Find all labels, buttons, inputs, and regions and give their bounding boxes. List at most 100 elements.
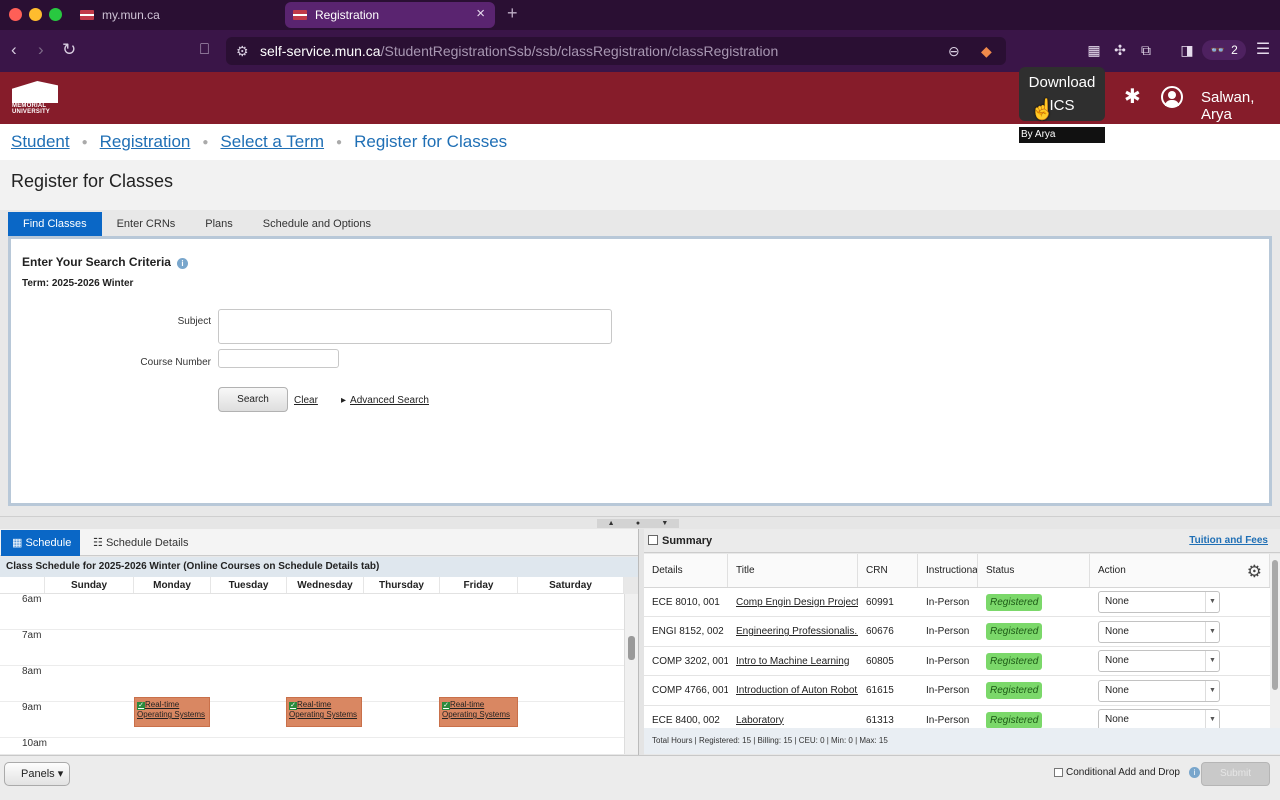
- site-settings-icon[interactable]: ⚙: [236, 43, 249, 60]
- submit-button[interactable]: Submit: [1201, 762, 1270, 786]
- close-tab-icon[interactable]: ×: [476, 5, 485, 22]
- day-sunday: Sunday: [45, 577, 134, 593]
- extensions-puzzle-icon[interactable]: ✣: [1111, 41, 1129, 59]
- action-select[interactable]: None ▼: [1098, 650, 1220, 672]
- back-icon[interactable]: ‹: [11, 40, 17, 60]
- list-icon: ☷: [93, 537, 103, 549]
- zoom-window-button[interactable]: [49, 8, 62, 21]
- course-title-link[interactable]: Introduction of Auton Robot...: [736, 685, 858, 696]
- splitter-handle[interactable]: ▲ ● ▼: [597, 519, 679, 528]
- day-saturday: Saturday: [518, 577, 624, 593]
- close-window-button[interactable]: [9, 8, 22, 21]
- action-select[interactable]: None ▼: [1098, 620, 1220, 643]
- breadcrumb-student[interactable]: Student: [11, 132, 70, 152]
- zoom-icon[interactable]: ⊖: [948, 43, 960, 60]
- action-select[interactable]: None ▼: [1098, 679, 1220, 702]
- tab-schedule[interactable]: ▦ Schedule: [1, 530, 80, 556]
- tab-plans[interactable]: Plans: [190, 212, 248, 236]
- extension-window-icon[interactable]: ⧉: [1137, 41, 1155, 59]
- breadcrumb-registration[interactable]: Registration: [100, 132, 191, 152]
- event-line1: Real-time: [145, 700, 180, 709]
- tuition-fees-link[interactable]: Tuition and Fees: [1189, 529, 1268, 553]
- caret-down-icon: ▾: [57, 768, 64, 780]
- scrollbar-thumb[interactable]: [1272, 560, 1278, 690]
- advanced-search-link[interactable]: ▸ Advanced Search: [341, 395, 429, 406]
- search-button[interactable]: Search: [218, 387, 288, 412]
- new-tab-icon[interactable]: +: [507, 3, 518, 24]
- conditional-add-drop[interactable]: Conditional Add and Drop i: [1054, 767, 1200, 778]
- event-line2: Operating Systems: [442, 710, 511, 719]
- course-title-link[interactable]: Intro to Machine Learning: [736, 656, 849, 667]
- table-settings-gear-icon[interactable]: ⚙: [1247, 562, 1262, 582]
- day-wednesday: Wednesday: [287, 577, 364, 593]
- day-monday: Monday: [134, 577, 211, 593]
- clear-link[interactable]: Clear: [294, 395, 318, 406]
- bookmark-icon[interactable]: ⎕: [200, 40, 209, 60]
- row-action: None ▼: [1090, 677, 1270, 705]
- drag-dot-icon[interactable]: ●: [636, 519, 640, 528]
- arrow-down-icon[interactable]: ▼: [661, 519, 668, 528]
- schedule-scrollbar[interactable]: [624, 594, 638, 754]
- brave-shield-icon[interactable]: ◆: [981, 43, 992, 60]
- summary-title: Summary: [648, 529, 712, 553]
- class-event-wednesday[interactable]: ✓Real-time Operating Systems: [286, 697, 362, 727]
- memorial-university-logo[interactable]: MEMORIAL UNIVERSITY: [12, 81, 58, 115]
- action-value: None: [1105, 714, 1129, 725]
- conditional-checkbox[interactable]: [1054, 768, 1063, 777]
- info-icon[interactable]: i: [1188, 767, 1200, 778]
- extension-calendar-icon[interactable]: ▦: [1085, 41, 1103, 59]
- settings-gear-icon[interactable]: ✱: [1124, 86, 1141, 108]
- schedule-days-header: Sunday Monday Tuesday Wednesday Thursday…: [0, 577, 624, 594]
- class-event-friday[interactable]: ✓Real-time Operating Systems: [439, 697, 518, 727]
- row-title: Introduction of Auton Robot...: [728, 677, 858, 705]
- panels-button[interactable]: Panels ▾: [4, 762, 70, 786]
- info-icon[interactable]: i: [176, 258, 188, 269]
- col-action[interactable]: Action: [1090, 554, 1270, 587]
- col-status[interactable]: Status: [978, 554, 1090, 587]
- subject-input[interactable]: [218, 309, 612, 344]
- tab-enter-crns[interactable]: Enter CRNs: [102, 212, 191, 236]
- col-details[interactable]: Details: [644, 554, 728, 587]
- col-title[interactable]: Title: [728, 554, 858, 587]
- col-crn[interactable]: CRN: [858, 554, 918, 587]
- menu-icon[interactable]: ☰: [1254, 41, 1272, 59]
- row-action: None ▼: [1090, 647, 1270, 675]
- browser-tab-mymun[interactable]: my.mun.ca: [78, 4, 278, 26]
- tab-schedule-details-label: Schedule Details: [105, 537, 189, 549]
- arrow-up-icon[interactable]: ▲: [608, 519, 615, 528]
- tab-find-classes[interactable]: Find Classes: [8, 212, 102, 236]
- browser-tab-registration[interactable]: Registration ×: [285, 2, 495, 28]
- forward-icon[interactable]: ›: [38, 40, 44, 60]
- panels-label: Panels: [21, 768, 55, 780]
- panel-splitter[interactable]: ▲ ● ▼: [0, 516, 1280, 529]
- tab-schedule-details[interactable]: ☷ Schedule Details: [93, 530, 189, 556]
- summary-header-row: Details Title CRN Instructional Status A…: [644, 554, 1270, 588]
- row-details: ECE 8010, 001: [652, 596, 720, 608]
- course-number-input[interactable]: [218, 349, 339, 368]
- sidebar-toggle-icon[interactable]: ◨: [1178, 41, 1196, 59]
- summary-scrollbar[interactable]: [1270, 554, 1280, 728]
- minimize-window-button[interactable]: [29, 8, 42, 21]
- user-name[interactable]: Salwan, Arya: [1201, 89, 1280, 123]
- subject-label: Subject: [177, 316, 211, 327]
- extension-badge[interactable]: 👓 2: [1202, 40, 1246, 60]
- breadcrumb-separator: ●: [202, 136, 209, 148]
- class-event-monday[interactable]: ✓Real-time Operating Systems: [134, 697, 210, 727]
- course-title-link[interactable]: Comp Engin Design Project II: [736, 597, 858, 608]
- course-title-link[interactable]: Engineering Professionalis...: [736, 626, 858, 637]
- action-select[interactable]: None ▼: [1098, 591, 1220, 613]
- table-row: COMP 4766, 001 Introduction of Auton Robo…: [644, 677, 1270, 706]
- reload-icon[interactable]: ↻: [62, 40, 76, 60]
- breadcrumb-select-term[interactable]: Select a Term: [220, 132, 324, 152]
- address-bar[interactable]: ⚙ self-service.mun.ca/StudentRegistratio…: [226, 37, 1006, 65]
- col-instructional[interactable]: Instructional: [918, 554, 978, 587]
- url-domain: self-service.mun.ca: [260, 43, 381, 59]
- course-title-link[interactable]: Laboratory: [736, 715, 784, 726]
- row-status: Registered: [978, 618, 1090, 646]
- hour-label: 10am: [22, 738, 48, 749]
- scrollbar-thumb[interactable]: [628, 636, 635, 660]
- user-avatar-icon[interactable]: [1161, 86, 1183, 108]
- breadcrumb-current: Register for Classes: [354, 132, 508, 151]
- event-line1: Real-time: [450, 700, 485, 709]
- tab-schedule-options[interactable]: Schedule and Options: [248, 212, 386, 236]
